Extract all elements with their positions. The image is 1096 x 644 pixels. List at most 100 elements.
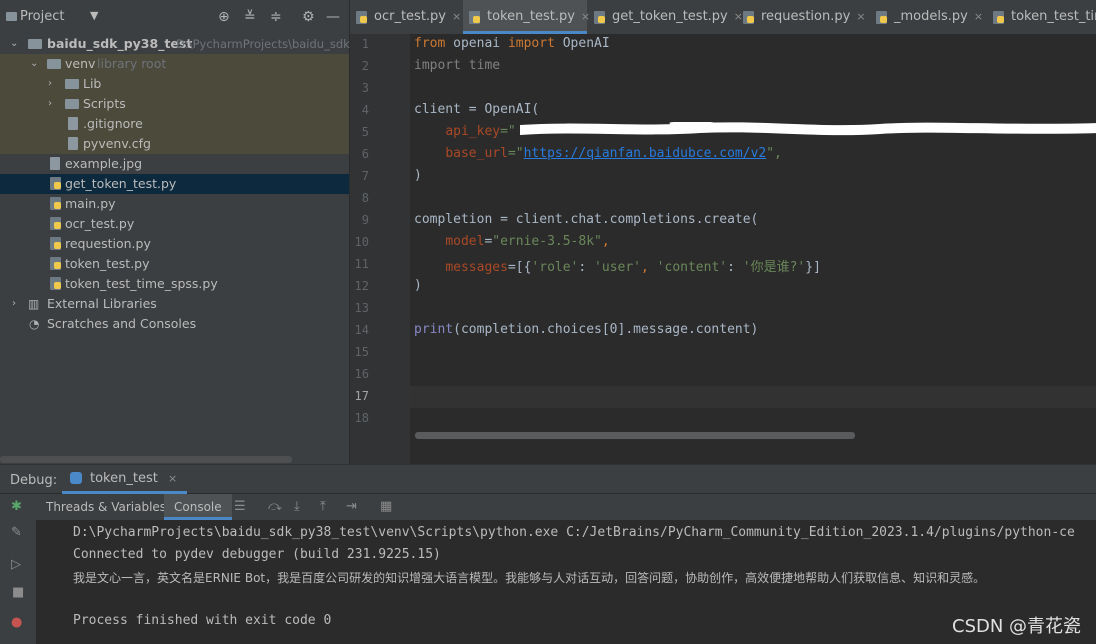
chevron-down-icon[interactable]: ⌄	[10, 34, 18, 54]
code-text: ,	[641, 260, 657, 275]
code-text: :	[578, 260, 595, 275]
step-into-icon[interactable]: ⤓	[294, 499, 300, 514]
debug-side-toolbar: ✱ ✎ ▷ ■ ● ↑ ↓ ⇆ ⇊ ▤	[0, 494, 57, 644]
python-run-config-icon	[70, 472, 82, 484]
console-line: Process finished with exit code 0	[73, 613, 332, 628]
tab-token-test[interactable]: token_test.py ×	[463, 0, 590, 34]
string-literal: '你是谁?'	[742, 260, 806, 275]
tab-ocr-test[interactable]: ocr_test.py ×	[350, 0, 462, 34]
line-number: 8	[361, 191, 369, 205]
tree-item-token-test[interactable]: token_test.py	[0, 254, 349, 274]
chevron-right-icon[interactable]: ›	[48, 74, 52, 94]
debug-session-label: token_test	[90, 471, 158, 486]
tree-item-lib[interactable]: › Lib	[0, 74, 349, 94]
tab-threads-variables[interactable]: Threads & Variables	[36, 494, 176, 520]
line-number: 3	[361, 81, 369, 95]
tree-item-requestion[interactable]: requestion.py	[0, 234, 349, 254]
python-file-icon	[50, 257, 61, 270]
tree-item-scripts[interactable]: › Scripts	[0, 94, 349, 114]
tab-models[interactable]: _models.py ×	[870, 0, 986, 34]
code-text: time	[460, 58, 501, 73]
line-number: 15	[354, 345, 369, 359]
tree-item-example-jpg[interactable]: example.jpg	[0, 154, 349, 174]
line-number: 10	[354, 235, 369, 249]
code-text: :	[727, 260, 743, 275]
line-number: 13	[354, 301, 369, 315]
code-text: ",	[766, 146, 782, 161]
rerun-icon[interactable]: ✱	[11, 499, 22, 514]
tree-item-label: requestion.py	[65, 236, 151, 251]
editor-tab-bar: ocr_test.py × token_test.py × get_token_te…	[350, 0, 1096, 35]
tab-get-token-test[interactable]: get_token_test.py ×	[588, 0, 743, 34]
menu-icon[interactable]: ☰	[234, 499, 246, 514]
locate-file-icon[interactable]: ⊕	[218, 9, 230, 25]
tree-item-label: ocr_test.py	[65, 216, 135, 231]
debug-session-tab[interactable]: token_test ×	[62, 465, 188, 494]
code-line-9: completion = client.chat.completions.cre…	[414, 212, 759, 227]
tree-item-pyvenv-cfg[interactable]: pyvenv.cfg	[0, 134, 349, 154]
tree-item-label: .gitignore	[83, 116, 143, 131]
breakpoints-icon[interactable]: ●	[11, 615, 22, 630]
line-number: 16	[354, 367, 369, 381]
step-out-icon[interactable]: ⤒	[320, 499, 326, 514]
tree-item-suffix: library root	[97, 56, 167, 71]
hide-panel-icon[interactable]: —	[326, 9, 340, 25]
project-panel-title[interactable]: Project	[20, 9, 64, 24]
close-icon[interactable]: ×	[856, 10, 865, 23]
python-file-icon	[743, 11, 754, 24]
collapse-all-icon[interactable]: ≑	[270, 9, 282, 25]
string-literal: 'role'	[531, 260, 579, 275]
chevron-right-icon[interactable]: ›	[12, 294, 16, 314]
tree-horizontal-scrollbar[interactable]	[0, 456, 292, 463]
tab-requestion[interactable]: requestion.py ×	[737, 0, 869, 34]
tree-item-root[interactable]: ⌄ baidu_sdk_py38_test D:\PycharmProjects…	[0, 34, 350, 54]
tree-item-ocr-test[interactable]: ocr_test.py	[0, 214, 349, 234]
folder-icon	[28, 39, 42, 49]
python-file-icon	[876, 11, 887, 24]
project-view-dropdown-icon[interactable]: ▼	[90, 9, 98, 22]
code-text: }]	[805, 260, 821, 275]
tree-item-main[interactable]: main.py	[0, 194, 349, 214]
chevron-right-icon[interactable]: ›	[48, 94, 52, 114]
stop-icon[interactable]: ■	[12, 585, 24, 600]
debug-tool-window-header: Debug: token_test ×	[0, 464, 1096, 494]
step-over-icon[interactable]: ⤼	[268, 499, 282, 514]
tab-console[interactable]: Console	[164, 494, 232, 520]
python-file-icon	[50, 177, 61, 190]
tree-item-scratches[interactable]: ◔ Scratches and Consoles	[0, 314, 349, 334]
tree-item-get-token-test[interactable]: get_token_test.py	[0, 174, 349, 194]
code-line-12: )	[414, 278, 422, 293]
tree-item-label: token_test_time_spss.py	[65, 276, 218, 291]
tree-item-label: Scratches and Consoles	[47, 316, 197, 331]
resume-icon[interactable]: ▷	[11, 557, 21, 572]
line-number: 6	[361, 147, 369, 161]
code-editor[interactable]: from openai import OpenAI import time cl…	[410, 34, 1096, 464]
string-literal: 'content'	[656, 260, 728, 275]
watermark: CSDN @青花瓷	[952, 616, 1082, 637]
tree-item-label: External Libraries	[47, 296, 157, 311]
string-literal: 'user'	[594, 260, 642, 275]
close-icon[interactable]: ×	[974, 10, 983, 23]
tree-item-venv[interactable]: ⌄ venv library root	[0, 54, 349, 74]
close-icon[interactable]: ×	[168, 472, 177, 485]
keyword: import	[507, 36, 555, 51]
gear-icon[interactable]: ⚙	[302, 9, 315, 25]
line-number-current: 17	[354, 389, 369, 403]
tree-item-token-test-time-spss[interactable]: token_test_time_spss.py	[0, 274, 349, 294]
chevron-down-icon[interactable]: ⌄	[30, 54, 38, 74]
project-tree: ⌄ baidu_sdk_py38_test D:\PycharmProjects…	[0, 34, 350, 464]
expand-all-icon[interactable]: ≚	[244, 9, 256, 25]
tree-item-gitignore[interactable]: .gitignore	[0, 114, 349, 134]
evaluate-expression-icon[interactable]: ▦	[380, 499, 392, 514]
close-icon[interactable]: ×	[452, 10, 461, 23]
debug-console-output[interactable]: D:\PycharmProjects\baidu_sdk_py38_test\v…	[36, 520, 1096, 644]
tab-token-test-time[interactable]: token_test_time	[987, 0, 1096, 34]
wrench-icon[interactable]: ✎	[11, 525, 22, 540]
line-number: 5	[361, 125, 369, 139]
library-icon: ▥	[28, 297, 40, 311]
url-link[interactable]: https://qianfan.baidubce.com/v2	[524, 146, 767, 161]
editor-horizontal-scrollbar[interactable]	[415, 432, 855, 439]
run-to-cursor-icon[interactable]: ⇥	[346, 499, 357, 514]
tree-item-external-libraries[interactable]: › ▥ External Libraries	[0, 294, 349, 314]
param-name: base_url	[445, 146, 508, 161]
